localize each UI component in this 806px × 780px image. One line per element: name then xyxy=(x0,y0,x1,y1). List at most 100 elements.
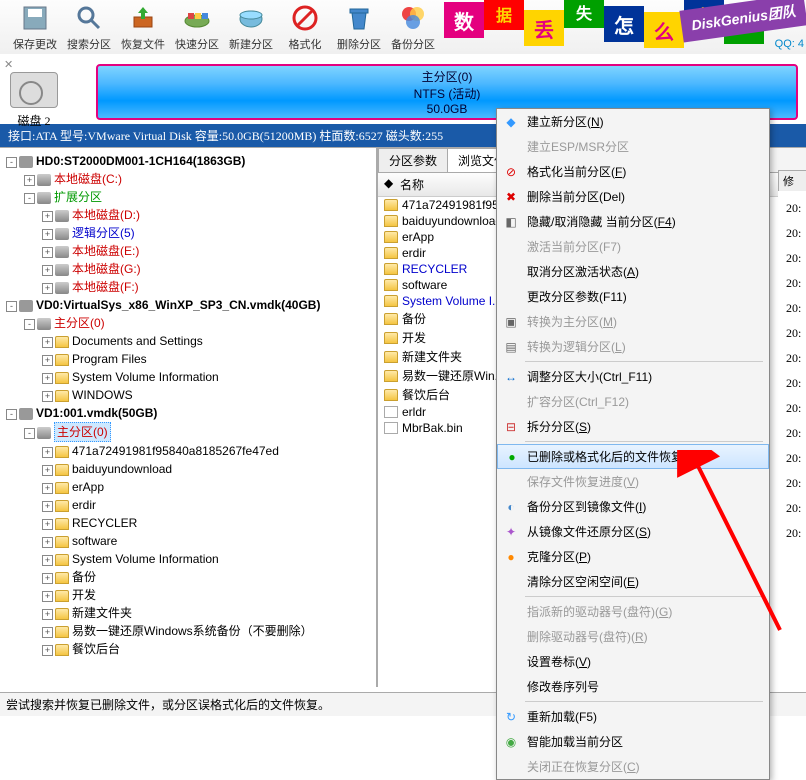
tree-folder[interactable]: 易数一键还原Windows系统备份（不要删除） xyxy=(72,624,313,638)
file-name: 餐饮后台 xyxy=(402,386,450,403)
menu-icon: ↔ xyxy=(503,369,519,385)
tool-new-partition[interactable]: 新建分区 xyxy=(224,2,278,52)
main-toolbar: 保存更改 搜索分区 恢复文件 快速分区 新建分区 格式化 删除分区 备份分区 数… xyxy=(0,0,806,54)
disk-thumbnail[interactable]: 磁盘 2 xyxy=(10,72,58,129)
promo-block: 数 xyxy=(444,2,484,38)
tree-main0[interactable]: 主分区(0) xyxy=(54,316,105,330)
menu-item[interactable]: ◧ 隐藏/取消隐藏 当前分区(F4) xyxy=(497,209,769,234)
tree-folder[interactable]: erdir xyxy=(72,498,96,512)
folder-icon xyxy=(384,263,398,275)
menu-item[interactable]: ⊟拆分分区(S) xyxy=(497,414,769,439)
tree-folder[interactable]: baiduyundownload xyxy=(72,462,172,476)
menu-item[interactable]: ◆ 建立新分区(N) xyxy=(497,109,769,134)
tab-partition-params[interactable]: 分区参数 xyxy=(378,148,448,172)
menu-item[interactable]: 清除分区空闲空间(E) xyxy=(497,569,769,594)
tree-local-f[interactable]: 本地磁盘(F:) xyxy=(72,280,139,294)
disk-tree[interactable]: -HD0:ST2000DM001-1CH164(1863GB) +本地磁盘(C:… xyxy=(0,148,378,687)
tree-windows[interactable]: WINDOWS xyxy=(72,388,133,402)
tool-delete-partition[interactable]: 删除分区 xyxy=(332,2,386,52)
folder-icon xyxy=(55,536,69,548)
tree-folder[interactable]: erApp xyxy=(72,480,104,494)
menu-label: 克隆分区(P) xyxy=(527,548,591,565)
menu-label: 备份分区到镜像文件(I) xyxy=(527,498,646,515)
menu-item[interactable]: ◉智能加载当前分区 xyxy=(497,729,769,754)
menu-label: 从镜像文件还原分区(S) xyxy=(527,523,651,540)
menu-icon: ✦ xyxy=(503,524,519,540)
tree-svi[interactable]: System Volume Information xyxy=(72,370,219,384)
menu-item[interactable]: ✦ 从镜像文件还原分区(S) xyxy=(497,519,769,544)
hdd-icon xyxy=(10,72,58,108)
menu-item[interactable]: ↻重新加载(F5) xyxy=(497,704,769,729)
file-name: erldr xyxy=(402,405,426,419)
menu-item[interactable]: ✖删除当前分区(Del) xyxy=(497,184,769,209)
tree-folder[interactable]: System Volume Information xyxy=(72,552,219,566)
close-icon[interactable]: ✕ xyxy=(4,58,13,71)
tree-local-d[interactable]: 本地磁盘(D:) xyxy=(72,208,140,222)
tree-vd0[interactable]: VD0:VirtualSys_x86_WinXP_SP3_CN.vmdk(40G… xyxy=(36,298,320,312)
folder-icon xyxy=(55,336,69,348)
folder-icon xyxy=(384,215,398,227)
tree-folder[interactable]: software xyxy=(72,534,117,548)
expand-icon[interactable]: - xyxy=(6,157,17,168)
tree-folder[interactable]: 新建文件夹 xyxy=(72,606,132,620)
hdd-icon xyxy=(19,156,33,168)
tree-local-e[interactable]: 本地磁盘(E:) xyxy=(72,244,139,258)
menu-item[interactable]: ●已删除或格式化后的文件恢复(U) xyxy=(497,444,769,469)
folder-icon xyxy=(384,231,398,243)
file-icon xyxy=(384,406,398,418)
tree-logical[interactable]: 逻辑分区(5) xyxy=(72,226,135,240)
menu-icon: ● xyxy=(503,549,519,565)
tool-save[interactable]: 保存更改 xyxy=(8,2,62,52)
folder-icon xyxy=(384,199,398,211)
menu-label: 指派新的驱动器号(盘符)(G) xyxy=(527,603,672,620)
tool-search-partition[interactable]: 搜索分区 xyxy=(62,2,116,52)
tree-vd1[interactable]: VD1:001.vmdk(50GB) xyxy=(36,406,157,420)
tree-local-c[interactable]: 本地磁盘(C:) xyxy=(54,172,122,186)
tree-folder[interactable]: 备份 xyxy=(72,570,96,584)
menu-label: 转换为逻辑分区(L) xyxy=(527,338,626,355)
menu-label: 设置卷标(V) xyxy=(527,653,591,670)
file-name: 易数一键还原Win. xyxy=(402,367,498,384)
tree-folder[interactable]: 471a72491981f95840a8185267fe47ed xyxy=(72,444,279,458)
menu-item: 建立ESP/MSR分区 xyxy=(497,134,769,159)
menu-icon: ◧ xyxy=(503,214,519,230)
menu-item[interactable]: 设置卷标(V) xyxy=(497,649,769,674)
folder-icon xyxy=(384,389,398,401)
menu-label: 隐藏/取消隐藏 当前分区(F4) xyxy=(527,213,676,230)
tree-folder[interactable]: 餐饮后台 xyxy=(72,642,120,656)
menu-item: ▤转换为逻辑分区(L) xyxy=(497,334,769,359)
menu-label: 建立新分区(N) xyxy=(527,113,604,130)
tree-main0-selected[interactable]: 主分区(0) xyxy=(54,422,111,442)
partition-info: 主分区(0) NTFS (活动) 50.0GB xyxy=(414,68,481,116)
tree-folder[interactable]: RECYCLER xyxy=(72,516,137,530)
menu-icon: ◆ xyxy=(503,114,519,130)
tool-recover-files[interactable]: 恢复文件 xyxy=(116,2,170,52)
menu-label: 取消分区激活状态(A) xyxy=(527,263,639,280)
right-strip: 修 20:20:20:20:20:20:20:20:20:20:20:20:20… xyxy=(778,170,806,551)
tool-quick-partition[interactable]: 快速分区 xyxy=(170,2,224,52)
menu-label: 拆分分区(S) xyxy=(527,418,591,435)
folder-icon xyxy=(55,446,69,458)
menu-item[interactable]: 取消分区激活状态(A) xyxy=(497,259,769,284)
file-name: 备份 xyxy=(402,310,426,327)
folder-icon xyxy=(384,370,398,382)
tree-folder[interactable]: 开发 xyxy=(72,588,96,602)
menu-item[interactable]: ⊘格式化当前分区(F) xyxy=(497,159,769,184)
tree-hd0[interactable]: HD0:ST2000DM001-1CH164(1863GB) xyxy=(36,154,245,168)
col-name[interactable]: 名称 xyxy=(400,176,424,193)
menu-item[interactable]: 更改分区参数(F11) xyxy=(497,284,769,309)
folder-icon xyxy=(384,279,398,291)
tree-local-g[interactable]: 本地磁盘(G:) xyxy=(72,262,141,276)
menu-item[interactable]: 修改卷序列号 xyxy=(497,674,769,699)
menu-item[interactable]: ◐备份分区到镜像文件(I) xyxy=(497,494,769,519)
menu-item[interactable]: ● 克隆分区(P) xyxy=(497,544,769,569)
tree-docs[interactable]: Documents and Settings xyxy=(72,334,203,348)
tree-prog[interactable]: Program Files xyxy=(72,352,147,366)
menu-item: 关闭正在恢复分区(C) xyxy=(497,754,769,779)
tool-backup-partition[interactable]: 备份分区 xyxy=(386,2,440,52)
tool-format[interactable]: 格式化 xyxy=(278,2,332,52)
file-name: System Volume I. xyxy=(402,294,495,308)
tree-ext[interactable]: 扩展分区 xyxy=(54,190,102,204)
menu-item: 扩容分区(Ctrl_F12) xyxy=(497,389,769,414)
menu-item[interactable]: ↔调整分区大小(Ctrl_F11) xyxy=(497,364,769,389)
